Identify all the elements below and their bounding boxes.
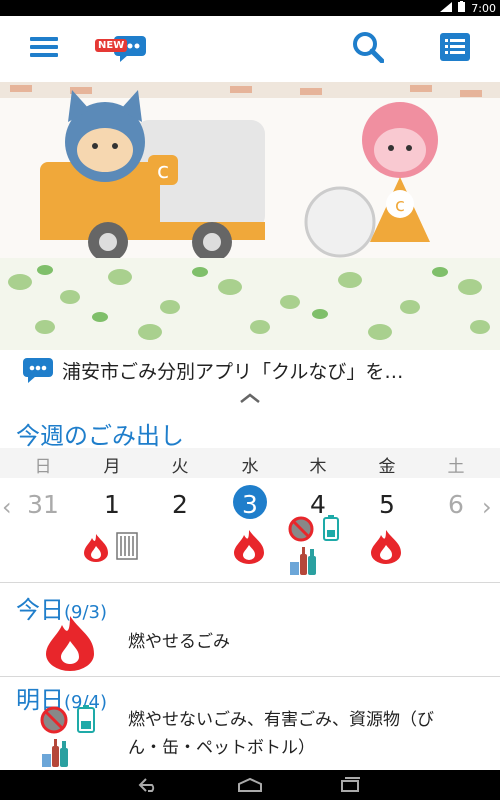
- dow-wed: 水: [241, 457, 259, 477]
- date-cell-today[interactable]: 3: [230, 490, 270, 519]
- tomorrow-description: 燃やせないごみ、有害ごみ、資源物（び ん・缶・ペットボトル）: [128, 706, 434, 762]
- next-week-button[interactable]: ›: [482, 493, 492, 521]
- battery-icon: [458, 1, 466, 15]
- non-burnable-icon: [288, 516, 314, 546]
- list-icon: [440, 33, 470, 65]
- date-cell[interactable]: 5: [367, 490, 407, 519]
- tomorrow-description-line2: ん・缶・ペットボトル）: [128, 738, 315, 758]
- burnable-flame-icon: [44, 614, 96, 676]
- status-bar: 7:00: [0, 0, 500, 16]
- signal-icon: [440, 1, 453, 15]
- menu-button[interactable]: [27, 34, 61, 64]
- status-time: 7:00: [471, 1, 496, 15]
- hazardous-battery-icon: [322, 514, 340, 546]
- divider: [0, 582, 500, 583]
- burnable-flame-icon: [369, 528, 403, 568]
- dow-mon: 月: [103, 457, 121, 477]
- hero-banner[interactable]: c c: [0, 82, 500, 350]
- hazardous-battery-icon: [76, 704, 96, 738]
- recents-icon[interactable]: [340, 777, 362, 797]
- collapse-chevron-button[interactable]: [237, 390, 263, 404]
- bottles-cans-icon: [288, 544, 318, 580]
- burnable-flame-icon: [232, 528, 266, 568]
- dow-thu: 木: [309, 457, 327, 477]
- news-chat-icon: [22, 356, 54, 384]
- today-description: 燃やせるごみ: [128, 632, 230, 652]
- hero-illustration: c c: [0, 82, 500, 350]
- home-icon[interactable]: [236, 777, 264, 797]
- day-of-week-row: 日 月 火 水 木 金 土: [0, 448, 500, 478]
- system-nav-bar: [0, 770, 500, 800]
- app-bar: NEW: [0, 16, 500, 82]
- date-cell[interactable]: 6: [436, 490, 476, 519]
- new-badge: NEW: [95, 39, 128, 52]
- prev-week-button[interactable]: ‹: [2, 493, 12, 521]
- search-button[interactable]: [351, 31, 385, 67]
- dow-fri: 金: [378, 457, 396, 477]
- dow-sat: 土: [447, 457, 465, 477]
- date-cell[interactable]: 31: [23, 490, 63, 519]
- dow-sun: 日: [34, 457, 52, 477]
- dow-tue: 火: [171, 457, 189, 477]
- svg-text:c: c: [395, 195, 405, 216]
- week-title: 今週のごみ出し: [16, 422, 184, 450]
- news-text: 浦安市ごみ分別アプリ「クルなび」を…: [62, 360, 404, 383]
- burnable-flame-icon: [82, 532, 110, 566]
- search-icon: [352, 31, 385, 67]
- hamburger-icon: [30, 35, 58, 63]
- list-button[interactable]: [438, 33, 472, 65]
- bottles-cans-icon: [40, 736, 70, 772]
- date-cell[interactable]: 1: [92, 490, 132, 519]
- weekly-schedule: 今週のごみ出し 日 月 火 水 木 金 土 ‹ › 31 1 2 3 4 5 6: [0, 404, 500, 584]
- non-burnable-icon: [40, 706, 68, 738]
- back-icon[interactable]: [138, 777, 160, 797]
- date-cell[interactable]: 2: [160, 490, 200, 519]
- divider: [0, 676, 500, 677]
- paper-bundle-icon: [116, 532, 138, 564]
- svg-text:c: c: [157, 159, 169, 184]
- news-ticker[interactable]: 浦安市ごみ分別アプリ「クルなび」を…: [0, 350, 500, 390]
- tomorrow-description-line1: 燃やせないごみ、有害ごみ、資源物（び: [128, 710, 434, 730]
